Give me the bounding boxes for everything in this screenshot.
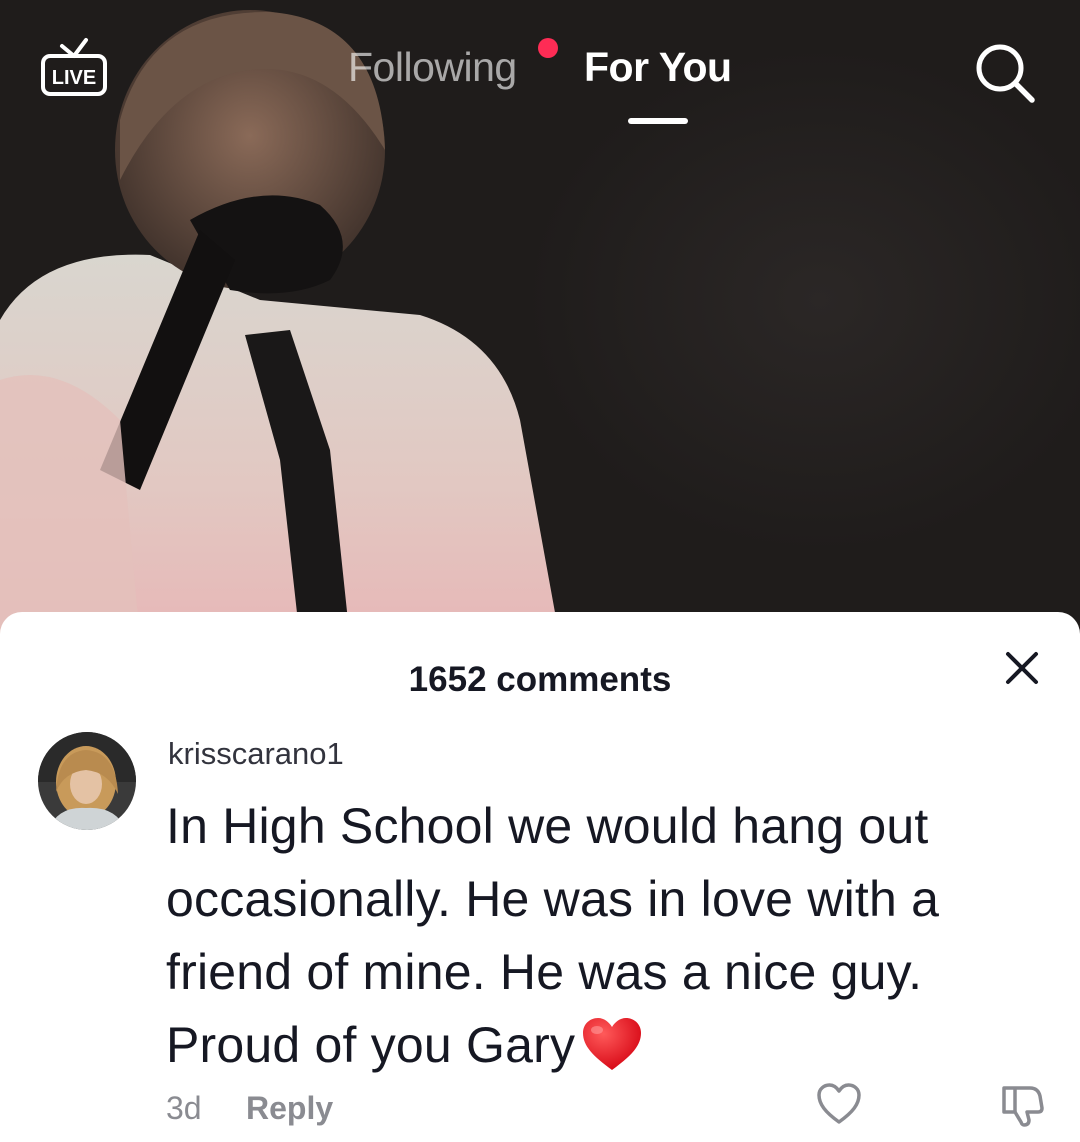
search-icon[interactable] <box>972 40 1038 104</box>
comment-text: In High School we would hang out occasio… <box>166 798 940 1073</box>
heart-outline-icon[interactable] <box>816 1082 862 1126</box>
live-label: LIVE <box>52 67 96 89</box>
comment-timestamp: 3d <box>166 1090 202 1126</box>
live-tv-icon[interactable]: LIVE <box>40 36 108 102</box>
reply-button[interactable]: Reply <box>246 1090 333 1127</box>
tab-following[interactable]: Following <box>348 44 517 91</box>
comment-body: In High School we would hang out occasio… <box>166 790 1046 1082</box>
comments-sheet: 1652 comments krisscarano1 In High Schoo… <box>0 612 1080 1142</box>
following-notification-dot <box>538 38 558 58</box>
red-heart-emoji <box>583 1018 642 1070</box>
comments-count-title: 1652 comments <box>408 660 672 699</box>
active-tab-indicator <box>628 118 688 124</box>
tab-for-you[interactable]: For You <box>584 44 732 91</box>
top-navigation: LIVE Following For You <box>0 0 1080 140</box>
close-icon[interactable] <box>1000 646 1044 690</box>
avatar-image <box>38 732 136 830</box>
avatar[interactable] <box>38 732 136 830</box>
comment-username[interactable]: krisscarano1 <box>168 736 344 772</box>
thumbs-down-icon[interactable] <box>1000 1082 1044 1128</box>
